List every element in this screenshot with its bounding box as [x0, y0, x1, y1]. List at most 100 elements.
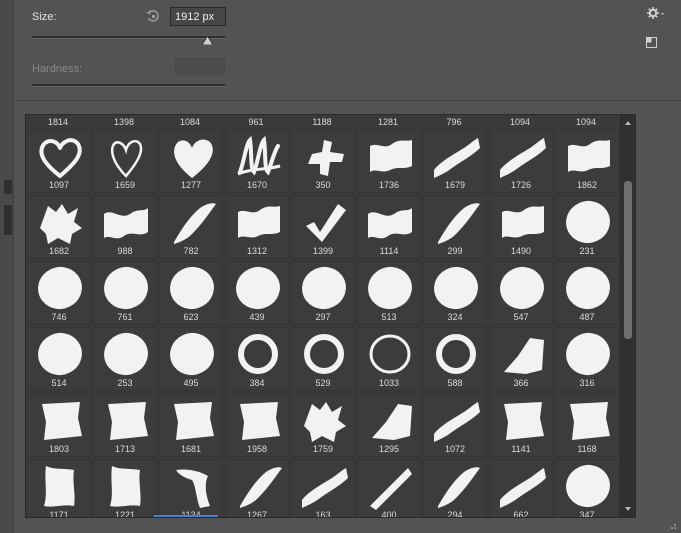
brush-tip-blob-icon [368, 266, 412, 310]
brush-preset-item[interactable]: 1033 [357, 327, 421, 391]
brush-preset-item[interactable]: 294 [423, 459, 487, 517]
brush-tip-blob-icon [566, 464, 610, 508]
brush-preset-item[interactable]: 761 [93, 261, 157, 325]
preset-size-label: 588 [447, 378, 463, 388]
size-slider-track[interactable] [32, 36, 225, 39]
size-input[interactable] [170, 7, 226, 26]
brush-tip-blob-icon [38, 266, 82, 310]
brush-tip-blob-icon [170, 266, 214, 310]
new-preset-icon[interactable] [646, 37, 657, 48]
brush-preset-item[interactable]: 746 [27, 261, 91, 325]
brush-preset-item[interactable]: 366 [489, 327, 553, 391]
preset-size-label: 1659 [114, 180, 136, 190]
brush-preset-item[interactable]: 1862 [555, 129, 619, 193]
brush-preset-item[interactable]: 1221 [93, 459, 157, 517]
brush-tip-blob-icon [566, 332, 610, 376]
brush-tip-wave-v-icon [110, 466, 141, 507]
brush-preset-item[interactable]: 588 [423, 327, 487, 391]
preset-size-label: 350 [315, 180, 331, 190]
brush-preset-item[interactable]: 316 [555, 327, 619, 391]
brush-tip-cross-icon [308, 140, 344, 176]
brush-preset-item[interactable]: 1490 [489, 195, 553, 259]
brush-preset-item[interactable]: 400 [357, 459, 421, 517]
brush-preset-item[interactable]: 1168 [555, 393, 619, 457]
brush-preset-item[interactable]: 514 [27, 327, 91, 391]
preset-scrollbar[interactable] [620, 115, 635, 517]
brush-preset-item[interactable]: 1759 [291, 393, 355, 457]
brush-preset-item[interactable]: 513 [357, 261, 421, 325]
preset-size-label: 1670 [246, 180, 268, 190]
brush-tip-blob-icon [104, 332, 148, 376]
brush-preset-item[interactable]: 662 [489, 459, 553, 517]
brush-preset-item[interactable]: 988 [93, 195, 157, 259]
brush-preset-item[interactable]: 547 [489, 261, 553, 325]
brush-preset-item[interactable]: 299 [423, 195, 487, 259]
brush-preset-item[interactable]: 1736 [357, 129, 421, 193]
brush-tip-blob-icon [38, 332, 82, 376]
brush-preset-item[interactable]: 1097 [27, 129, 91, 193]
brush-preset-item[interactable]: 1171 [27, 459, 91, 517]
brush-tip-stroke-diag-icon [500, 468, 546, 508]
size-slider-thumb[interactable] [202, 36, 214, 45]
brush-preset-item[interactable]: 1682 [27, 195, 91, 259]
brush-preset-item[interactable]: 1958 [225, 393, 289, 457]
brush-preset-item[interactable]: 1803 [27, 393, 91, 457]
preset-size-label: 1803 [48, 444, 70, 454]
brush-tip-flag-icon [370, 140, 412, 172]
brush-preset-item[interactable]: 1295 [357, 393, 421, 457]
preset-size-label: 1188 [312, 117, 332, 127]
brush-preset-item[interactable]: 529 [291, 327, 355, 391]
brush-tip-heart-outline-icon [39, 138, 82, 178]
brush-preset-item[interactable]: 350 [291, 129, 355, 193]
brush-preset-item[interactable]: 1267 [225, 459, 289, 517]
brush-preset-item[interactable]: 324 [423, 261, 487, 325]
preset-size-label: 988 [117, 246, 133, 256]
brush-tip-flag-icon [568, 140, 610, 172]
brush-preset-item[interactable]: 347 [555, 459, 619, 517]
brush-preset-item[interactable]: 1713 [93, 393, 157, 457]
brush-preset-item[interactable]: 297 [291, 261, 355, 325]
scroll-thumb[interactable] [624, 181, 632, 339]
brush-preset-item[interactable]: 163 [291, 459, 355, 517]
gear-icon[interactable] [647, 6, 665, 20]
brush-preset-item[interactable]: 1072 [423, 393, 487, 457]
brush-preset-item[interactable]: 384 [225, 327, 289, 391]
scroll-up-icon[interactable] [625, 121, 631, 125]
brush-preset-item[interactable]: 1277 [159, 129, 223, 193]
preset-size-label: 547 [513, 312, 529, 322]
brush-tip-heart-thin-icon [110, 139, 143, 178]
preset-size-label: 796 [446, 117, 462, 127]
brush-tip-splash-icon [40, 204, 82, 244]
brush-preset-item[interactable]: 1659 [93, 129, 157, 193]
brush-preset-item[interactable]: 1670 [225, 129, 289, 193]
brush-tip-stroke-diag-icon [434, 402, 480, 442]
brush-preset-item[interactable]: 253 [93, 327, 157, 391]
brush-tip-blob-icon [104, 266, 148, 310]
brush-tip-splash-icon [304, 402, 346, 442]
brush-tip-ring-icon [238, 334, 278, 374]
brush-preset-item[interactable]: 487 [555, 261, 619, 325]
brush-preset-item[interactable]: 1114 [357, 195, 421, 259]
size-label: Size: [32, 11, 57, 23]
brush-preset-list[interactable]: 1814 1398 1084 961 1188 1281 796 1094 1094 1097 1… [25, 114, 636, 518]
reset-icon[interactable] [145, 8, 161, 24]
brush-preset-item[interactable]: 1141 [489, 393, 553, 457]
preset-size-label: 1490 [510, 246, 532, 256]
brush-preset-item[interactable]: 495 [159, 327, 223, 391]
brush-preset-item[interactable]: 1726 [489, 129, 553, 193]
brush-preset-item[interactable]: 1679 [423, 129, 487, 193]
resize-grip-icon[interactable] [667, 520, 677, 530]
brush-preset-item[interactable]: 439 [225, 261, 289, 325]
brush-preset-item[interactable]: 1134 [159, 459, 223, 517]
brush-preset-item[interactable]: 1681 [159, 393, 223, 457]
preset-size-label: 623 [183, 312, 199, 322]
brush-preset-item[interactable]: 231 [555, 195, 619, 259]
brush-tip-blob-icon [566, 266, 610, 310]
brush-preset-item[interactable]: 1312 [225, 195, 289, 259]
brush-preset-item[interactable]: 782 [159, 195, 223, 259]
edge-marker [4, 180, 12, 194]
brush-preset-item[interactable]: 623 [159, 261, 223, 325]
brush-tip-blob-icon [236, 266, 280, 310]
scroll-down-icon[interactable] [625, 507, 631, 511]
brush-preset-item[interactable]: 1399 [291, 195, 355, 259]
